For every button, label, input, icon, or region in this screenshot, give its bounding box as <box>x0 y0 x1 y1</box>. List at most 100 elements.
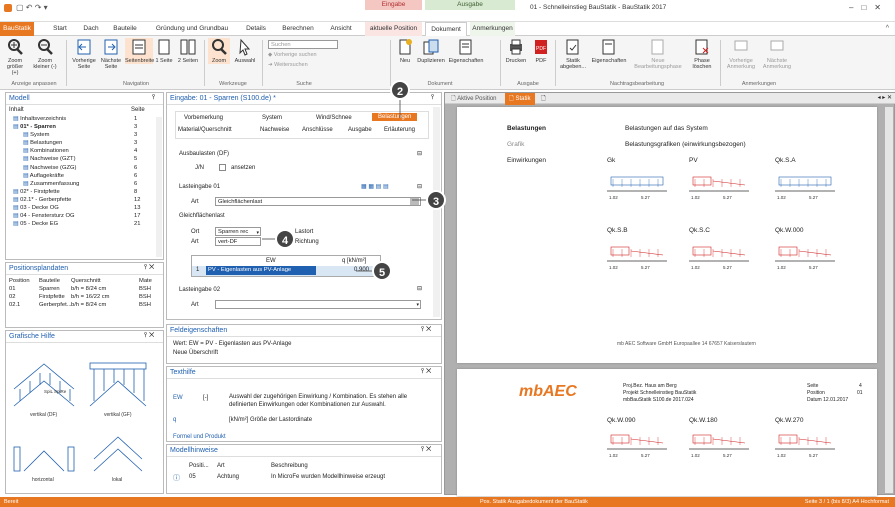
table-row[interactable]: 02.1 Gerberpfet... b/h = 8/24 cm BSH <box>9 301 160 309</box>
eigenschaften2-button[interactable]: Eigenschaften <box>590 38 628 64</box>
tab-statik[interactable]: 🗋 Statik <box>505 93 535 105</box>
collapse-icon[interactable]: ⊟ <box>417 150 422 157</box>
naechste-anmerkung-button[interactable]: Nächste Anmerkung <box>760 38 794 70</box>
new-tab-icon[interactable]: 🗋 <box>541 94 546 104</box>
positionsplan-panel: Positionsplandaten ⫯ ✕ Position Bauteile Q… <box>5 262 164 328</box>
tab-scroll-icons[interactable]: ◂ ▸ ✕ <box>878 94 892 101</box>
pin-close-icon[interactable]: ⫯ ✕ <box>421 326 431 334</box>
eigenschaften-button[interactable]: Eigenschaften <box>446 38 486 64</box>
dropdown-icon[interactable] <box>410 198 419 205</box>
eingabe-scrollbar[interactable] <box>433 107 440 317</box>
vorherige-anmerkung-button[interactable]: Vorherige Anmerkung <box>724 38 758 70</box>
statik-abgeben-button[interactable]: Statik abgeben... <box>558 38 588 70</box>
ew-table: EW q [kN/m²] 1 PV - Eigenlasten aus PV-A… <box>191 255 381 277</box>
tree-item[interactable]: ▤ Nachweise (GZT) 5 <box>9 155 163 163</box>
naechste-seite-button[interactable]: Nächste Seite <box>98 38 124 70</box>
tree-item[interactable]: ▤ 02* - Firstpfette 8 <box>9 188 163 196</box>
tab-start[interactable]: Start <box>48 22 72 36</box>
quick-access-toolbar[interactable]: ▢ ↶ ↷ ▾ <box>16 3 48 12</box>
tab-bauteile[interactable]: Bauteile <box>108 22 142 36</box>
tab-vorbemerkung[interactable]: Vorbemerkung <box>184 115 223 121</box>
tree-item[interactable]: ▤ 03 - Decke OG 13 <box>9 204 163 212</box>
phase-loeschen-button[interactable]: Phase löschen <box>688 38 716 70</box>
drucken-button[interactable]: Drucken <box>503 38 529 64</box>
tree-item[interactable]: ▤ Nachweise (GZG) 6 <box>9 164 163 172</box>
tab-dach[interactable]: Dach <box>80 22 102 36</box>
tree-item-label: Auflagekräfte <box>29 172 64 179</box>
row-q-value[interactable]: 0.900 <box>354 267 369 273</box>
table-row[interactable]: 01 Sparren b/h = 8/24 cm BSH <box>9 285 160 293</box>
pin-icon[interactable]: ⫯ <box>152 94 155 102</box>
neue-ueberschrift-link[interactable]: Neue Überschrift <box>173 350 218 356</box>
zoom-groesser-button[interactable]: Zoom größer (+) <box>4 38 26 76</box>
ort-select[interactable]: Sparren rec ▾ <box>215 227 261 236</box>
tree-item[interactable]: ▤ Belastungen 3 <box>9 139 163 147</box>
weitersuchen-button[interactable]: ➜ Weitersuchen <box>268 62 308 68</box>
neu-button[interactable]: Neu <box>394 38 416 64</box>
cell: Bauteile <box>39 278 60 284</box>
art-select[interactable]: Gleichflächenlast <box>215 197 421 206</box>
chevron-down-icon[interactable]: ▾ <box>256 229 259 237</box>
ew-row[interactable]: 1 PV - Eigenlasten aus PV-Anlage 0.900 <box>192 266 380 276</box>
zwei-seiten-button[interactable]: 2 Seiten <box>174 38 202 64</box>
tree-item[interactable]: ▤ System 3 <box>9 131 163 139</box>
eine-seite-button[interactable]: 1 Seite <box>154 38 174 64</box>
tree-item[interactable]: ▤ 01* - Sparren 3 <box>9 123 163 131</box>
zoom-tool-button[interactable]: Zoom <box>208 38 230 64</box>
tab-baustatik[interactable]: BauStatik <box>0 22 34 36</box>
ribbon-collapse-icon[interactable]: ^ <box>886 25 889 32</box>
tab-material[interactable]: Material/Querschnitt <box>178 127 232 133</box>
tree-item[interactable]: ▤ Auflagekräfte 6 <box>9 172 163 180</box>
tab-nachweise[interactable]: Nachweise <box>260 127 289 133</box>
tab-aktuelle-position[interactable]: aktuelle Position <box>365 22 422 36</box>
tab-anschluesse[interactable]: Anschlüsse <box>302 127 333 133</box>
preview-scrollbar[interactable] <box>885 107 893 493</box>
vorherige-seite-button[interactable]: Vorherige Seite <box>70 38 98 70</box>
tree-item[interactable]: ▤ Zusammenfassung 6 <box>9 180 163 188</box>
lasteingabe-toolbar-icons[interactable]: ▦ ▦ ▤ ▤ <box>361 183 389 190</box>
tab-erlaeuterung[interactable]: Erläuterung <box>384 127 415 133</box>
tree-item-page: 5 <box>134 156 138 163</box>
pin-close-icon[interactable]: ⫯ ✕ <box>421 446 431 454</box>
tree-item[interactable]: ▤ Inhaltsverzeichnis 1 <box>9 115 163 123</box>
art3-select[interactable]: ▾ <box>215 300 421 309</box>
tab-system[interactable]: System <box>262 115 282 121</box>
tab-ansicht[interactable]: Ansicht <box>326 22 356 36</box>
tree-item[interactable]: ▤ 02.1* - Gerberpfette 12 <box>9 196 163 204</box>
tab-aktive-position[interactable]: 🗋 Aktive Position <box>451 94 497 104</box>
auswahl-button[interactable]: Auswahl <box>232 38 258 64</box>
tab-wind-schnee[interactable]: Wind/Schnee <box>316 115 352 121</box>
pdf-button[interactable]: PDF PDF <box>530 38 552 64</box>
chart-label-qkw270: Qk.W.270 <box>775 417 804 424</box>
collapse-icon[interactable]: ⊟ <box>417 285 422 292</box>
tab-details[interactable]: Details <box>242 22 270 36</box>
pin-icon[interactable]: ⫯ <box>431 94 434 102</box>
tree-item[interactable]: ▤ Kombinationen 4 <box>9 147 163 155</box>
tab-gruendung[interactable]: Gründung und Grundbau <box>152 22 232 36</box>
tree-item[interactable]: ▤ 04 - Fenstersturz OG 17 <box>9 212 163 220</box>
tab-anmerkungen[interactable]: Anmerkungen <box>470 22 515 36</box>
suchen-input[interactable]: Suchen <box>268 40 338 49</box>
pin-close-icon[interactable]: ⫯ ✕ <box>421 368 431 376</box>
collapse-icon[interactable]: ⊟ <box>417 183 422 190</box>
neue-phase-button[interactable]: Neue Bearbeitungsphase <box>630 38 686 70</box>
window-controls[interactable]: –□✕ <box>849 3 889 12</box>
chevron-down-icon[interactable]: ▾ <box>416 301 419 309</box>
tab-ausgabe[interactable]: Ausgabe <box>348 127 372 133</box>
tab-dokument[interactable]: Dokument <box>425 22 467 36</box>
zoom-kleiner-button[interactable]: Zoom kleiner (-) <box>30 38 60 70</box>
tree-item[interactable]: ▤ 05 - Decke EG 21 <box>9 220 163 228</box>
richtung-select[interactable]: vert-DF <box>215 237 261 246</box>
pin-close-icon[interactable]: ⫯ ✕ <box>144 332 154 340</box>
ansetzen-checkbox[interactable] <box>219 164 226 171</box>
dim-label: 5.27 <box>723 265 732 270</box>
tab-berechnen[interactable]: Berechnen <box>278 22 318 36</box>
row-ew-value[interactable]: PV - Eigenlasten aus PV-Anlage <box>206 266 316 275</box>
tab-belastungen[interactable]: Belastungen <box>372 113 418 121</box>
pin-close-icon[interactable]: ⫯ ✕ <box>144 264 154 272</box>
modell-scrollbar[interactable] <box>156 117 162 257</box>
vorherige-suchen-button[interactable]: ◆ Vorherige suchen <box>268 52 317 58</box>
duplizieren-button[interactable]: Duplizieren <box>416 38 446 64</box>
seitenbreite-button[interactable]: Seitenbreite <box>125 38 154 64</box>
table-row[interactable]: 02 Firstpfette b/h = 16/22 cm BSH <box>9 293 160 301</box>
